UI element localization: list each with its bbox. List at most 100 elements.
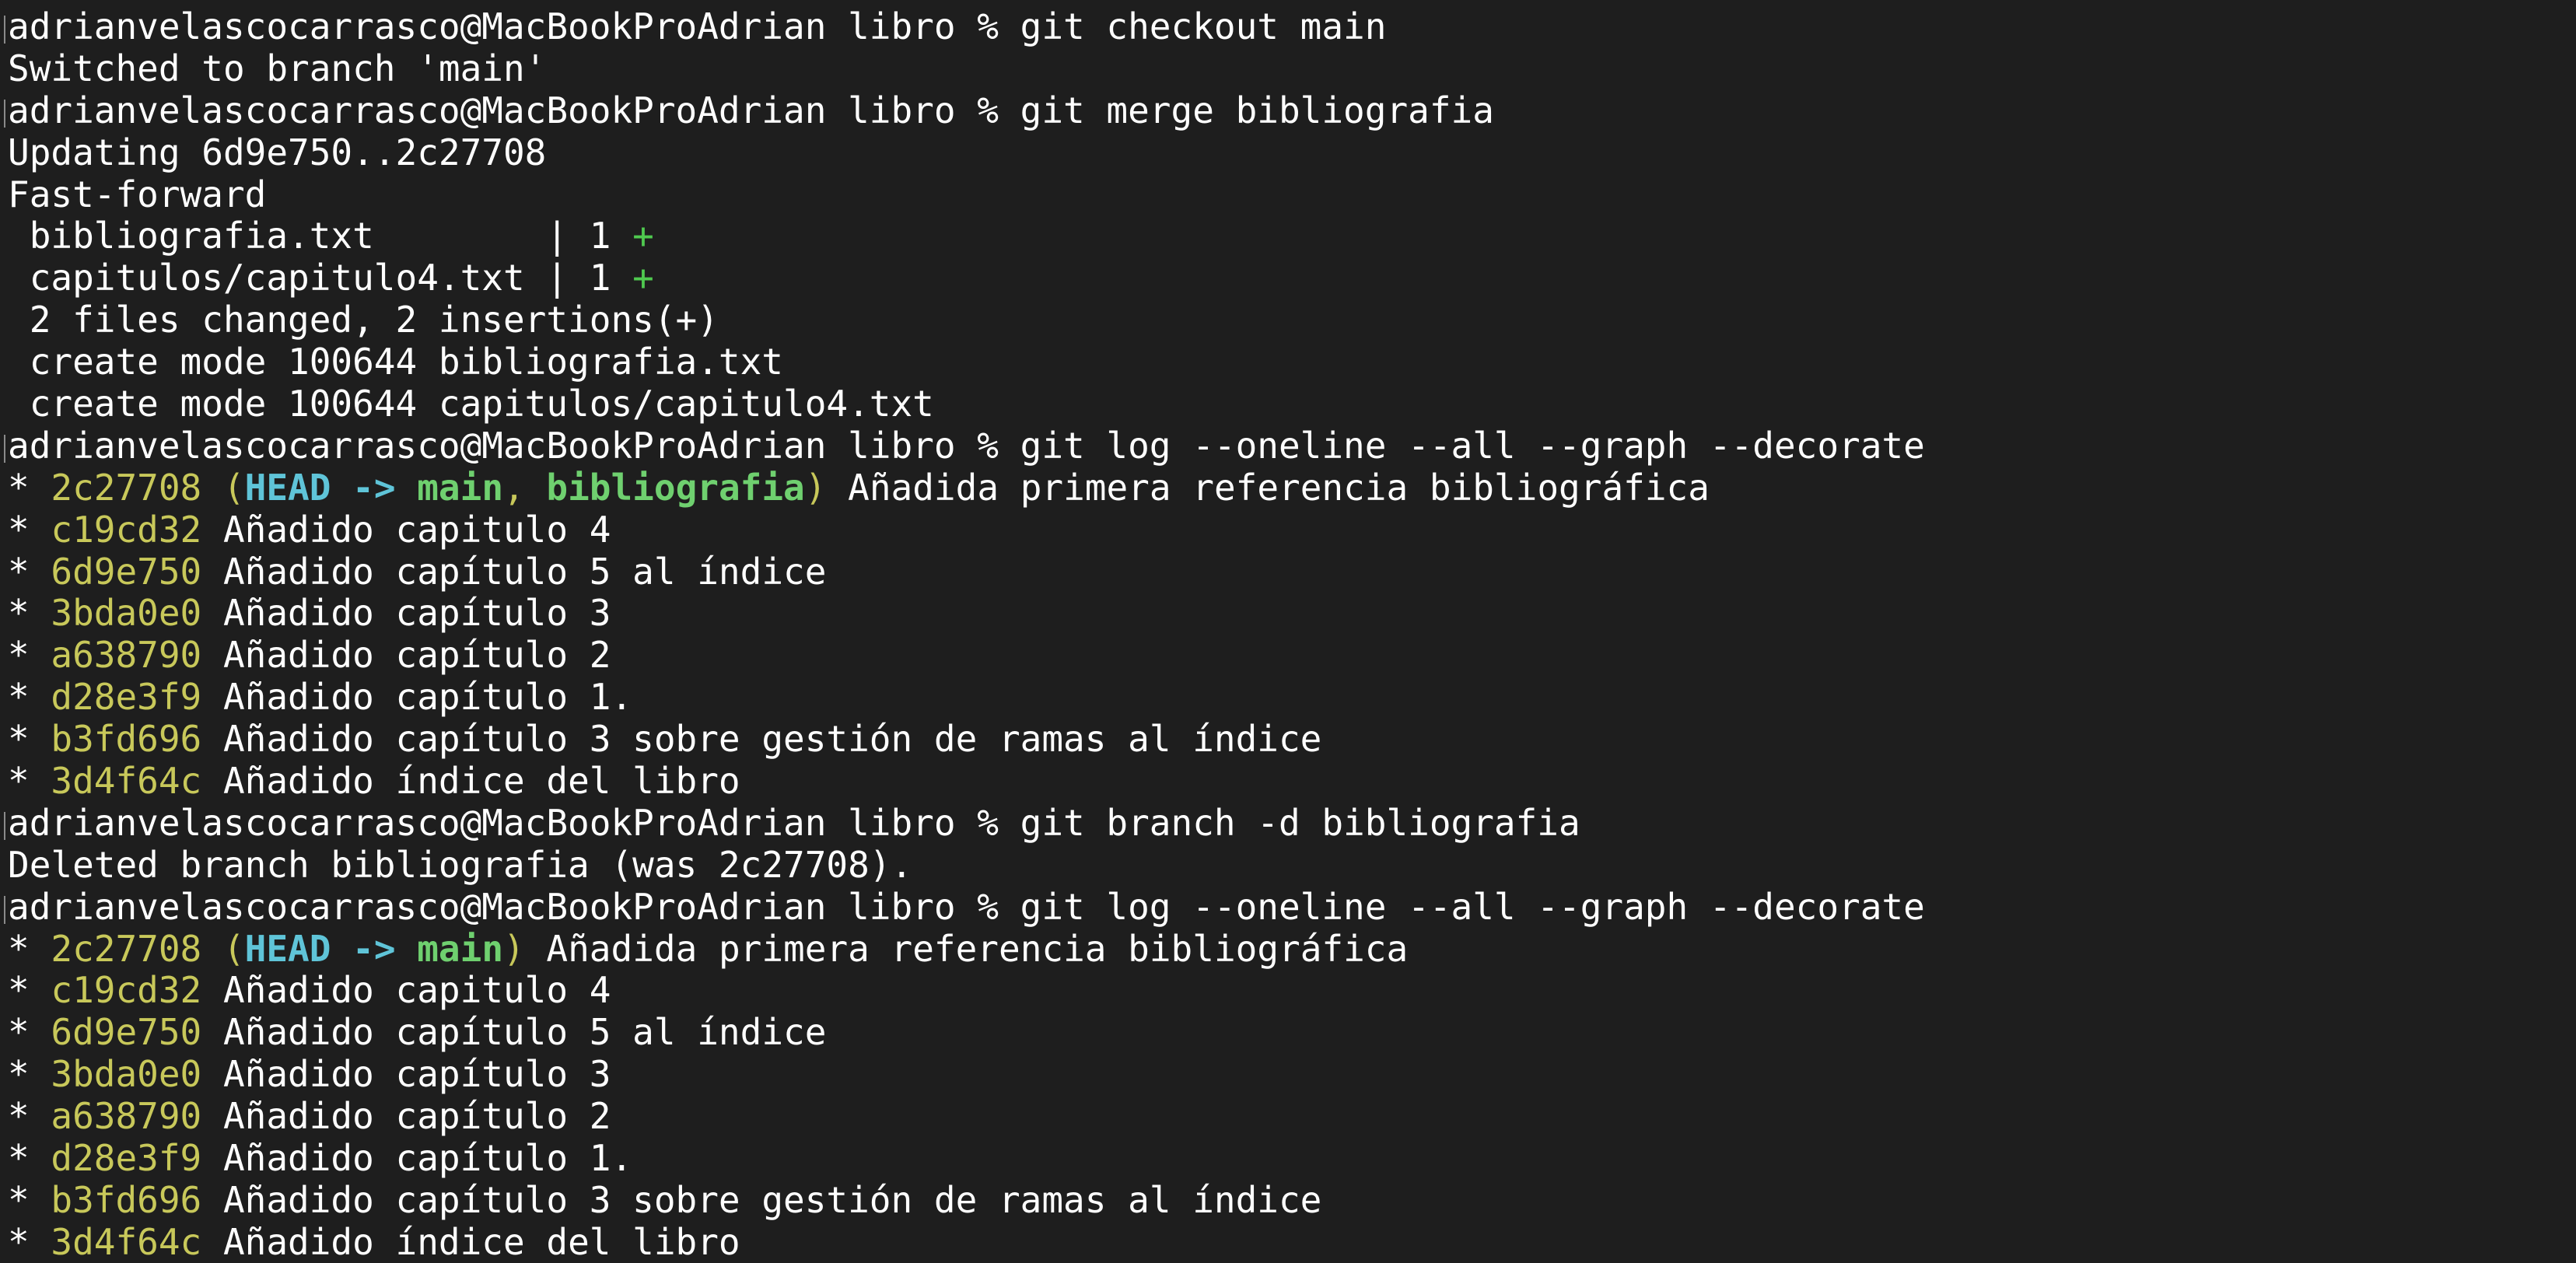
graph-star: * <box>8 1220 51 1263</box>
command-text: git log --oneline --all --graph --decora… <box>1020 885 1925 928</box>
graph-star: * <box>8 969 51 1012</box>
commit-hash: b3fd696 <box>51 1178 202 1221</box>
head-ref: HEAD <box>244 466 331 509</box>
log-line: * c19cd32 Añadido capitulo 4 <box>8 970 2576 1012</box>
head-ref: HEAD <box>244 927 331 970</box>
diffstat-file: capitulos/capitulo4.txt | 1 <box>8 257 633 299</box>
output-line: 2 files changed, 2 insertions(+) <box>8 299 719 341</box>
commit-message: Añadido capítulo 3 <box>201 1053 611 1096</box>
diffstat-plus: + <box>632 257 654 299</box>
terminal-window[interactable]: adrianvelascocarrasco@MacBookProAdrian l… <box>0 0 2576 1263</box>
head-arrow: -> <box>352 466 396 509</box>
log-line: * 3bda0e0 Añadido capítulo 3 <box>8 593 2576 635</box>
commit-message: Añadido capítulo 1. <box>201 1137 633 1180</box>
output-line: create mode 100644 capitulos/capitulo4.t… <box>8 383 934 425</box>
command-line: adrianvelascocarrasco@MacBookProAdrian l… <box>4 885 2576 929</box>
commit-hash: c19cd32 <box>51 508 202 551</box>
commit-hash: b3fd696 <box>51 718 202 761</box>
commit-message: Añadido capítulo 2 <box>201 1095 611 1138</box>
commit-message: Añadido índice del libro <box>201 1220 740 1263</box>
branch-ref-bibliografia: bibliografia <box>546 466 805 509</box>
commit-message: Añadido capitulo 4 <box>201 969 611 1012</box>
graph-star: * <box>8 927 51 970</box>
commit-message: Añadido capítulo 5 al índice <box>201 1011 827 1054</box>
commit-hash: 6d9e750 <box>51 550 202 593</box>
log-line: * a638790 Añadido capítulo 2 <box>8 634 2576 677</box>
shell-prompt: adrianvelascocarrasco@MacBookProAdrian l… <box>8 89 1020 131</box>
ref-open-paren: ( <box>201 466 245 509</box>
commit-hash: 2c27708 <box>51 466 202 509</box>
commit-hash: a638790 <box>51 634 202 677</box>
log-line: * d28e3f9 Añadido capítulo 1. <box>8 1137 2576 1180</box>
command-text: git log --oneline --all --graph --decora… <box>1020 424 1925 467</box>
commit-message: Añadido capítulo 3 <box>201 592 611 635</box>
command-text: git branch -d bibliografia <box>1020 801 1580 844</box>
output-line: Updating 6d9e750..2c27708 <box>8 131 547 173</box>
log-line: * 3d4f64c Añadido índice del libro <box>8 760 2576 803</box>
command-text: git checkout main <box>1020 5 1387 47</box>
commit-message: Añadido capítulo 3 sobre gestión de rama… <box>201 718 1322 761</box>
output-line: Deleted branch bibliografia (was 2c27708… <box>8 843 913 886</box>
diffstat-line: capitulos/capitulo4.txt | 1 + <box>8 257 2576 299</box>
command-line: adrianvelascocarrasco@MacBookProAdrian l… <box>4 424 2576 467</box>
log-line-head: * 2c27708 (HEAD -> main) Añadida primera… <box>8 927 2576 971</box>
graph-star: * <box>8 592 51 635</box>
commit-hash: c19cd32 <box>51 969 202 1012</box>
output-line: Fast-forward <box>8 173 267 215</box>
log-line: * a638790 Añadido capítulo 2 <box>8 1095 2576 1138</box>
log-line: * 6d9e750 Añadido capítulo 5 al índice <box>8 551 2576 593</box>
graph-star: * <box>8 760 51 803</box>
log-line: * c19cd32 Añadido capitulo 4 <box>8 509 2576 551</box>
log-line: * d28e3f9 Añadido capítulo 1. <box>8 676 2576 719</box>
output-line: create mode 100644 bibliografia.txt <box>8 341 783 383</box>
commit-message: Añadido índice del libro <box>201 760 740 803</box>
commit-message: Añadida primera referencia bibliográfica <box>524 927 1409 970</box>
commit-hash: a638790 <box>51 1095 202 1138</box>
ref-separator: , <box>503 466 547 509</box>
graph-star: * <box>8 718 51 761</box>
command-line: adrianvelascocarrasco@MacBookProAdrian l… <box>4 5 2576 48</box>
graph-star: * <box>8 1178 51 1221</box>
graph-star: * <box>8 634 51 677</box>
shell-prompt: adrianvelascocarrasco@MacBookProAdrian l… <box>8 885 1020 928</box>
graph-star: * <box>8 508 51 551</box>
commit-hash: 6d9e750 <box>51 1011 202 1054</box>
commit-hash: 2c27708 <box>51 927 202 970</box>
graph-star: * <box>8 1137 51 1180</box>
ref-close-paren: ) <box>804 466 827 509</box>
shell-prompt: adrianvelascocarrasco@MacBookProAdrian l… <box>8 424 1020 467</box>
log-line: * 3bda0e0 Añadido capítulo 3 <box>8 1053 2576 1096</box>
commit-hash: d28e3f9 <box>51 676 202 719</box>
commit-hash: 3d4f64c <box>51 1220 202 1263</box>
branch-ref-main: main <box>417 466 504 509</box>
ref-close-paren: ) <box>503 927 525 970</box>
graph-star: * <box>8 466 51 509</box>
diffstat-line: bibliografia.txt | 1 + <box>8 215 2576 257</box>
commit-hash: 3d4f64c <box>51 760 202 803</box>
head-arrow: -> <box>352 927 396 970</box>
commit-message: Añadido capítulo 5 al índice <box>201 550 827 593</box>
commit-hash: d28e3f9 <box>51 1137 202 1180</box>
diffstat-plus: + <box>632 215 654 257</box>
graph-star: * <box>8 1095 51 1138</box>
log-line: * b3fd696 Añadido capítulo 3 sobre gesti… <box>8 1178 2576 1222</box>
commit-message: Añadido capítulo 2 <box>201 634 611 677</box>
shell-prompt: adrianvelascocarrasco@MacBookProAdrian l… <box>8 5 1020 47</box>
graph-star: * <box>8 550 51 593</box>
command-line: adrianvelascocarrasco@MacBookProAdrian l… <box>4 89 2576 132</box>
log-line: * 3d4f64c Añadido índice del libro <box>8 1220 2576 1263</box>
commit-message: Añadido capítulo 3 sobre gestión de rama… <box>201 1178 1322 1221</box>
output-line: Switched to branch 'main' <box>8 47 547 89</box>
ref-open-paren: ( <box>201 927 245 970</box>
commit-message: Añadido capitulo 4 <box>201 508 611 551</box>
commit-hash: 3bda0e0 <box>51 592 202 635</box>
commit-message: Añadido capítulo 1. <box>201 676 633 719</box>
graph-star: * <box>8 676 51 719</box>
shell-prompt: adrianvelascocarrasco@MacBookProAdrian l… <box>8 801 1020 844</box>
graph-star: * <box>8 1011 51 1054</box>
commit-message: Añadida primera referencia bibliográfica <box>826 466 1710 509</box>
log-line-head: * 2c27708 (HEAD -> main, bibliografia) A… <box>8 467 2576 509</box>
branch-ref-main: main <box>417 927 504 970</box>
command-text: git merge bibliografia <box>1020 89 1494 131</box>
command-line: adrianvelascocarrasco@MacBookProAdrian l… <box>4 801 2576 845</box>
